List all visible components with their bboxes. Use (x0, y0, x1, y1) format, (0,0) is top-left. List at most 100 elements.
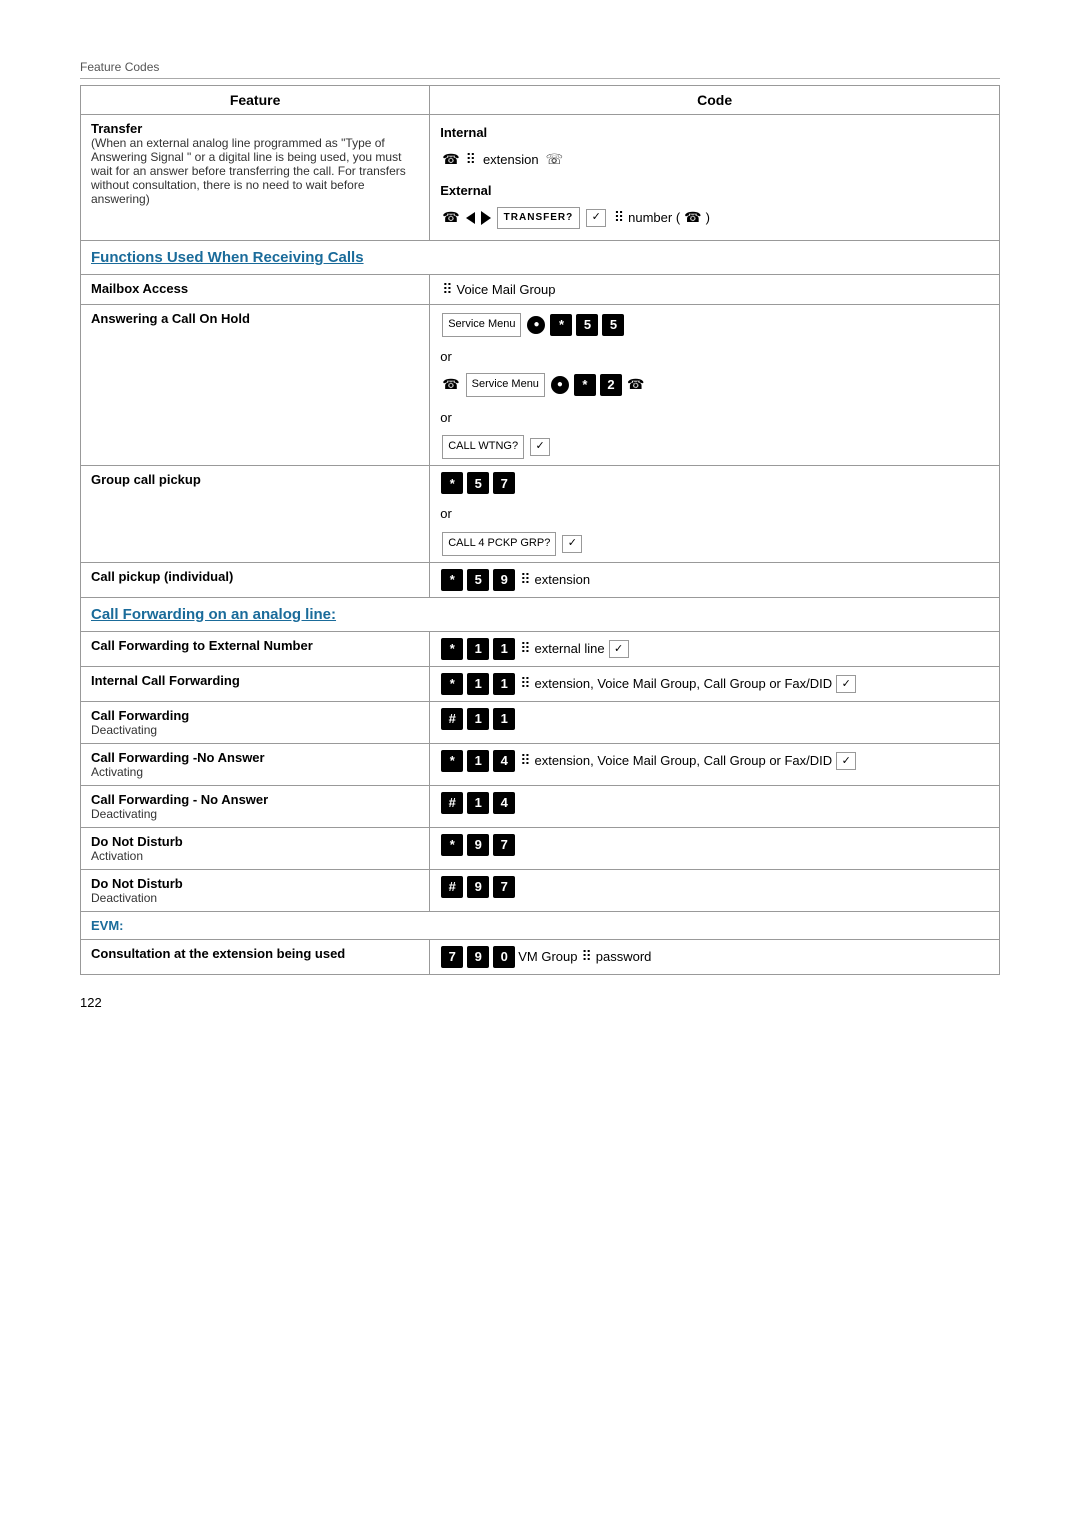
key-1-2: 1 (493, 638, 515, 660)
key-7-2: 7 (493, 834, 515, 856)
key-7: 7 (441, 946, 463, 968)
grid-icon7: ⠿ (520, 752, 530, 769)
circle-icon2: ● (551, 376, 569, 394)
key-4-1: 4 (493, 750, 515, 772)
feature-sub: Deactivating (91, 807, 419, 821)
phone-icon2: ☎ (442, 205, 459, 230)
grid-icon6: ⠿ (520, 675, 530, 692)
grid-icon: ⠿ (466, 147, 476, 172)
key-star4: * (441, 569, 463, 591)
grid-icon2: ⠿ (614, 205, 624, 230)
code-group-pickup: * 5 7 or CALL 4 PCKP GRP? ✓ (430, 465, 1000, 562)
table-row: Internal Call Forwarding * 1 1 ⠿ extensi… (81, 666, 1000, 701)
transfer-box: TRANSFER? (497, 207, 581, 229)
code-cf-external: * 1 1 ⠿ external line ✓ (430, 631, 1000, 666)
table-row: Mailbox Access ⠿ Voice Mail Group (81, 275, 1000, 305)
check-box3: ✓ (562, 535, 582, 553)
table-row: Call Forwarding to External Number * 1 1… (81, 631, 1000, 666)
key-7-1: 7 (493, 472, 515, 494)
key-5-4: 5 (467, 569, 489, 591)
feature-name: Do Not Disturb (91, 834, 419, 849)
key-hash1: # (441, 708, 463, 730)
key-5-1: 5 (576, 314, 598, 336)
feature-sub: Activation (91, 849, 419, 863)
feature-name: Group call pickup (91, 472, 419, 487)
check-box5: ✓ (836, 675, 856, 693)
key-5-2: 5 (602, 314, 624, 336)
feature-name: Call Forwarding (91, 708, 419, 723)
key-star3: * (441, 472, 463, 494)
phone-icon4: ☎ (442, 372, 459, 397)
service-menu-box1: Service Menu (442, 313, 521, 337)
phone-icon5: ☎ (627, 372, 644, 397)
grid-icon8: ⠿ (581, 948, 591, 965)
table-row: Transfer (When an external analog line p… (81, 115, 1000, 241)
service-menu-box2: Service Menu (466, 373, 545, 397)
table-row: Answering a Call On Hold Service Menu ● … (81, 305, 1000, 466)
table-row: Consultation at the extension being used… (81, 939, 1000, 974)
key-hash3: # (441, 876, 463, 898)
key-1-7: 1 (467, 750, 489, 772)
key-star7: * (441, 750, 463, 772)
col-code-header: Code (430, 86, 1000, 115)
check-box6: ✓ (836, 752, 856, 770)
key-star2: * (574, 374, 596, 396)
phone-icon: ☎ (442, 147, 459, 172)
feature-name: Mailbox Access (91, 281, 419, 296)
feature-name: Transfer (91, 121, 419, 136)
key-1-8: 1 (467, 792, 489, 814)
key-4-2: 4 (493, 792, 515, 814)
call-wtng-box: CALL WTNG? (442, 435, 524, 459)
key-star1: * (550, 314, 572, 336)
key-star6: * (441, 673, 463, 695)
grid-icon5: ⠿ (520, 640, 530, 657)
grid-icon3: ⠿ (442, 281, 452, 298)
key-0: 0 (493, 946, 515, 968)
section-header-cf: Call Forwarding on an analog line: (81, 597, 1000, 631)
key-1-1: 1 (467, 638, 489, 660)
code-dnd-activate: * 9 7 (430, 827, 1000, 869)
key-star8: * (441, 834, 463, 856)
circle-icon1: ● (527, 316, 545, 334)
section-header-row: Functions Used When Receiving Calls (81, 241, 1000, 275)
table-row: Do Not Disturb Activation * 9 7 (81, 827, 1000, 869)
col-feature-header: Feature (81, 86, 430, 115)
key-1-6: 1 (493, 708, 515, 730)
key-1-4: 1 (493, 673, 515, 695)
section-header-row-cf: Call Forwarding on an analog line: (81, 597, 1000, 631)
table-row: Call pickup (individual) * 5 9 ⠿ extensi… (81, 562, 1000, 597)
check-box4: ✓ (609, 640, 629, 658)
code-cf-no-answer-activate: * 1 4 ⠿ extension, Voice Mail Group, Cal… (430, 743, 1000, 785)
code-answering-hold: Service Menu ● * 5 5 or ☎ Service Menu ●… (430, 305, 1000, 466)
key-9: 9 (493, 569, 515, 591)
table-row: Call Forwarding - No Answer Deactivating… (81, 785, 1000, 827)
key-9-2: 9 (467, 876, 489, 898)
phone-hangup-icon: ☏ (546, 147, 564, 172)
section-header-evm: EVM: (81, 911, 1000, 939)
feature-name: Answering a Call On Hold (91, 311, 419, 326)
code-pickup-individual: * 5 9 ⠿ extension (430, 562, 1000, 597)
feature-sub: Deactivating (91, 723, 419, 737)
code-dnd-deactivate: # 9 7 (430, 869, 1000, 911)
page-number: 122 (80, 995, 1000, 1010)
key-9-3: 9 (467, 946, 489, 968)
triangle-right-icon (481, 211, 491, 225)
code-cf-internal: * 1 1 ⠿ extension, Voice Mail Group, Cal… (430, 666, 1000, 701)
key-9-1: 9 (467, 834, 489, 856)
key-hash2: # (441, 792, 463, 814)
key-5-3: 5 (467, 472, 489, 494)
code-cf-deactivate: # 1 1 (430, 701, 1000, 743)
grid-icon4: ⠿ (520, 571, 530, 588)
table-row: Call Forwarding Deactivating # 1 1 (81, 701, 1000, 743)
key-star5: * (441, 638, 463, 660)
left-arrow-icon (466, 212, 475, 224)
check-box2: ✓ (530, 438, 550, 456)
phone-icon3: ☎ (684, 205, 701, 230)
code-cf-no-answer-deactivate: # 1 4 (430, 785, 1000, 827)
table-row: Group call pickup * 5 7 or CALL 4 PCKP G… (81, 465, 1000, 562)
feature-detail: (When an external analog line programmed… (91, 136, 419, 206)
code-transfer: Internal ☎ ⠿ extension ☏ External ☎ TRAN… (430, 115, 1000, 241)
evm-header-row: EVM: (81, 911, 1000, 939)
feature-name: Consultation at the extension being used (91, 946, 419, 961)
feature-name: Call Forwarding -No Answer (91, 750, 419, 765)
